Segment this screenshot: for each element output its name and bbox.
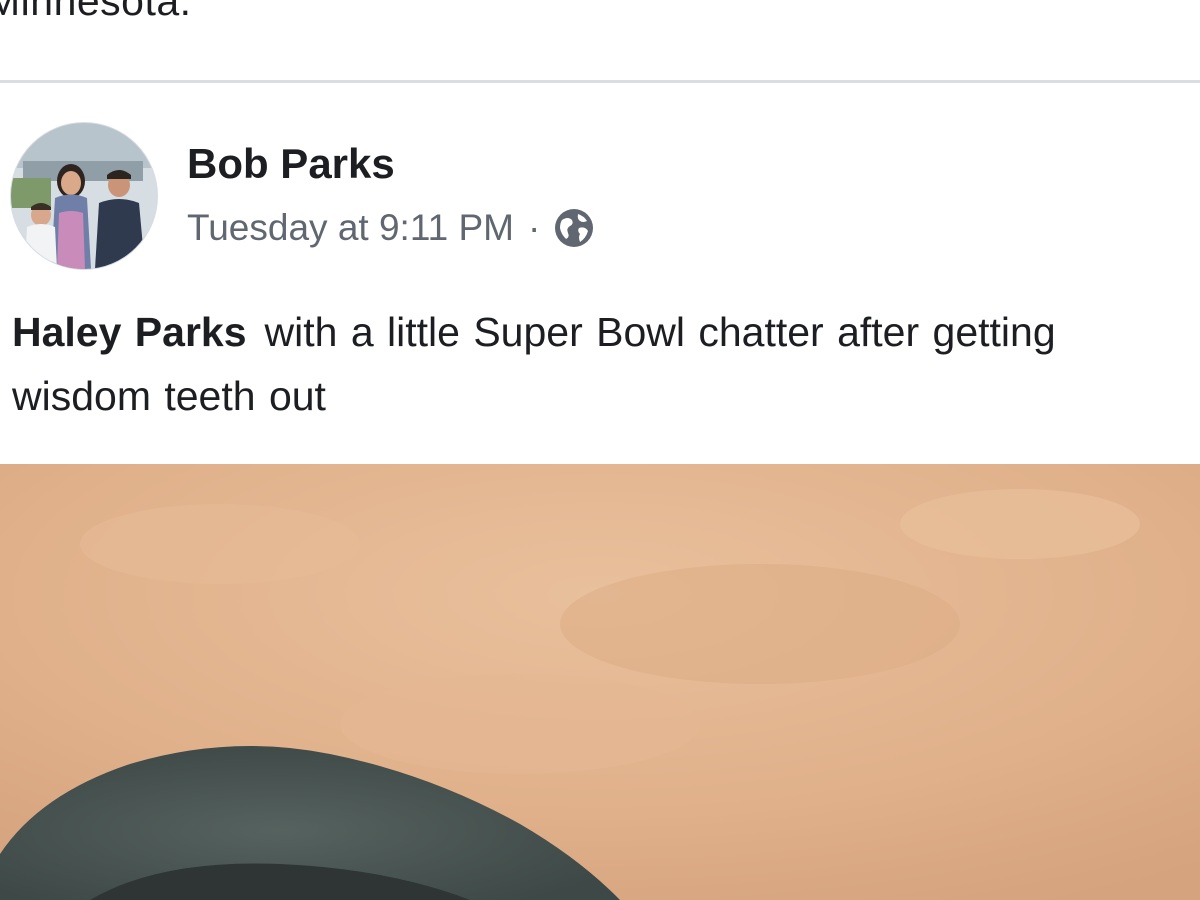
avatar-image [11,123,157,269]
mentioned-user-link[interactable]: Haley Parks [12,309,247,355]
post-timestamp[interactable]: Tuesday at 9:11 PM [187,207,514,249]
previous-post-text: Minnesota. [0,0,192,24]
post-divider [0,80,1200,83]
facebook-feed-screenshot: Minnesota. Bob Parks Tuesday at 9:11 PM … [0,0,1200,900]
globe-icon[interactable] [552,206,596,250]
post-body: Haley Parks with a little Super Bowl chat… [12,300,1182,428]
post-photo[interactable] [0,464,1200,900]
meta-separator: · [528,207,541,248]
photo-image [0,464,1200,900]
author-avatar[interactable] [10,122,158,270]
author-name[interactable]: Bob Parks [187,140,395,188]
post-meta: Tuesday at 9:11 PM · [187,204,596,252]
